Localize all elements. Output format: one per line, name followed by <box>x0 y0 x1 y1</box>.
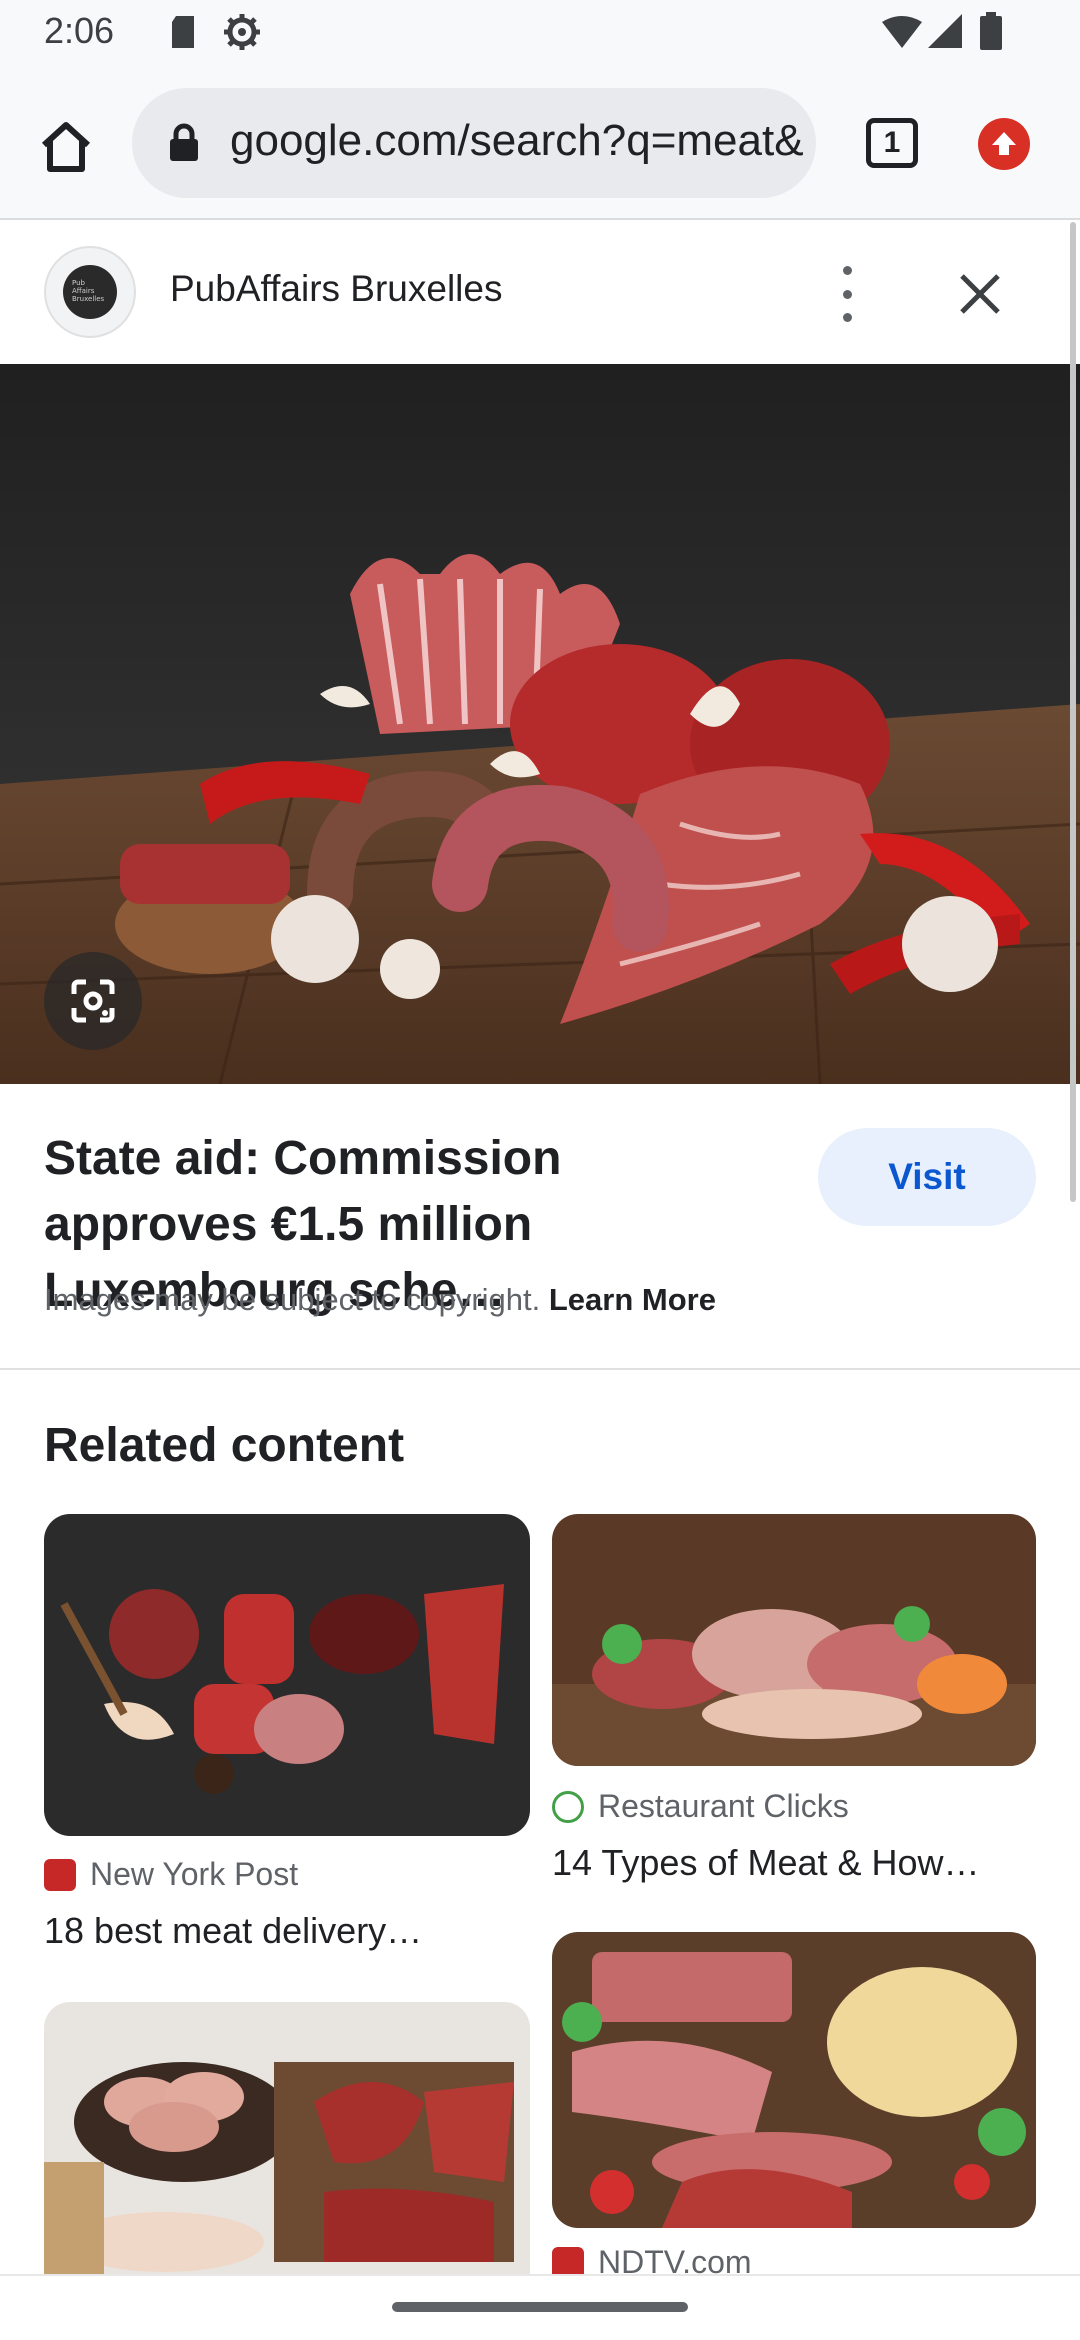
visit-button[interactable]: Visit <box>818 1128 1036 1226</box>
meat-photo <box>44 1514 530 1836</box>
main-result-image[interactable] <box>0 364 1080 1084</box>
close-icon[interactable] <box>952 266 1008 322</box>
learn-more-link[interactable]: Learn More <box>549 1282 716 1317</box>
more-dot <box>842 289 852 299</box>
lens-search-button[interactable] <box>44 952 142 1050</box>
home-gesture-handle[interactable] <box>392 2302 688 2312</box>
browser-toolbar: google.com/search?q=meat& 1 <box>0 66 1080 220</box>
meat-photo <box>0 364 1080 1084</box>
copyright-notice: Images may be subject to copyright. Lear… <box>44 1282 716 1318</box>
wifi-icon <box>882 16 922 48</box>
restaurant-clicks-favicon-icon <box>552 1790 584 1823</box>
svg-text:Pub: Pub <box>72 279 86 287</box>
source-logo-mark: Pub Affairs Bruxelles <box>72 279 105 303</box>
battery-icon <box>980 12 1002 50</box>
system-navigation-bar <box>0 2274 1080 2340</box>
related-card-image[interactable] <box>552 1932 1036 2228</box>
tab-count: 1 <box>883 126 901 159</box>
svg-text:Bruxelles: Bruxelles <box>72 295 105 303</box>
more-dot <box>842 266 852 275</box>
home-icon <box>41 122 91 172</box>
related-card-source: Restaurant Clicks <box>552 1788 849 1825</box>
related-card-image[interactable] <box>552 1514 1036 1766</box>
source-logo[interactable]: Pub Affairs Bruxelles <box>44 246 136 338</box>
meat-photo <box>44 2002 530 2274</box>
divider <box>0 1368 1080 1370</box>
status-time: 2:06 <box>44 10 115 51</box>
related-card-image[interactable] <box>44 2002 530 2274</box>
meat-photo <box>552 1932 1036 2228</box>
svg-text:Affairs: Affairs <box>72 287 95 295</box>
home-button[interactable] <box>30 110 102 182</box>
address-bar[interactable]: google.com/search?q=meat& <box>132 88 816 198</box>
update-icon <box>992 132 1016 155</box>
url-text[interactable]: google.com/search?q=meat& <box>230 116 804 166</box>
related-content-heading: Related content <box>44 1419 405 1472</box>
scrollbar[interactable] <box>1070 222 1076 1202</box>
settings-gear-icon <box>224 14 260 50</box>
related-card-source: New York Post <box>44 1856 298 1893</box>
related-card-title[interactable]: 14 Types of Meat & How… <box>552 1842 980 1884</box>
related-card-image[interactable] <box>44 1514 530 1836</box>
image-panel-header: Pub Affairs Bruxelles PubAffairs Bruxell… <box>0 222 1080 364</box>
related-card-title[interactable]: 18 best meat delivery… <box>44 1910 422 1952</box>
source-label: Restaurant Clicks <box>598 1788 849 1824</box>
new-york-post-favicon-icon <box>44 1858 76 1891</box>
copyright-text: Images may be subject to copyright. <box>44 1282 541 1317</box>
more-options-button[interactable] <box>824 266 870 322</box>
tab-switcher-button[interactable]: 1 <box>866 118 918 168</box>
lock-icon <box>170 123 198 161</box>
signal-icon <box>928 14 962 48</box>
lens-icon <box>71 979 115 1023</box>
sd-card-icon <box>172 16 194 48</box>
status-bar: 2:06 <box>0 0 1080 66</box>
source-name[interactable]: PubAffairs Bruxelles <box>170 268 502 310</box>
meat-photo <box>552 1514 1036 1766</box>
source-label: New York Post <box>90 1856 299 1892</box>
update-button[interactable] <box>978 118 1030 170</box>
more-dot <box>842 313 852 322</box>
